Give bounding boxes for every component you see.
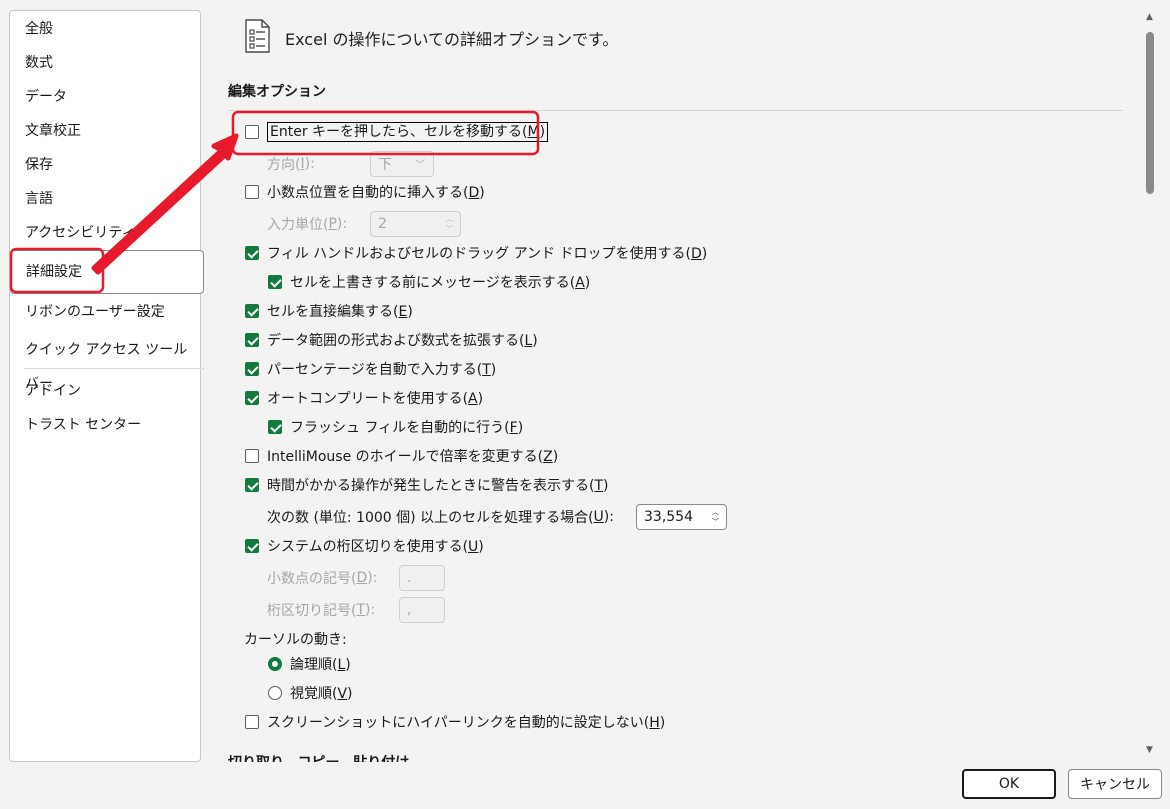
option-autocomplete[interactable]: オートコンプリートを使用する(A) [245,387,483,409]
option-edit-in-cell[interactable]: セルを直接編集する(E) [245,300,413,322]
option-label: パーセンテージを自動で入力する(T) [267,362,497,378]
option-no-hyperlink-screenshot[interactable]: スクリーンショットにハイパーリンクを自動的に設定しない(H) [245,711,665,733]
places-stepper[interactable]: 2 ︿ ﹀ [370,211,461,237]
checkbox-edit-in-cell[interactable] [245,304,259,318]
sidebar-item-proofing[interactable]: 文章校正 [10,114,200,148]
radio-logical[interactable] [268,657,282,671]
option-label: データ範囲の形式および数式を拡張する(L) [267,333,538,349]
sidebar-item-general[interactable]: 全般 [10,12,200,46]
checkbox-auto-percent[interactable] [245,362,259,376]
page-title: Excel の操作についての詳細オプションです。 [285,30,619,49]
radio-visual[interactable] [268,686,282,700]
option-visual[interactable]: 視覚順(V) [268,682,353,704]
checkbox-auto-decimal[interactable] [245,185,259,199]
thousands-separator-label: 桁区切り記号(T): [267,602,376,619]
option-label: オートコンプリートを使用する(A) [267,391,484,407]
option-label: Enter キーを押したら、セルを移動する(M) [267,122,549,142]
option-label: 論理順(L) [290,657,351,673]
places-label: 入力単位(P): [267,216,348,233]
checkbox-intellimouse[interactable] [245,449,259,463]
sidebar-item-formulas[interactable]: 数式 [10,46,200,80]
option-label: 視覚順(V) [290,686,353,702]
scroll-down-icon[interactable]: ▼ [1146,745,1153,755]
vertical-scrollbar[interactable]: ▲ ▼ [1142,10,1158,762]
chevron-down-icon: ﹀ [415,160,425,171]
option-label: スクリーンショットにハイパーリンクを自動的に設定しない(H) [267,715,666,731]
section-divider [228,110,1123,111]
direction-dropdown[interactable]: 下 ﹀ [370,151,434,177]
ok-button[interactable]: OK [962,769,1056,799]
sidebar-item-quick-access-toolbar[interactable]: クイック アクセス ツール バー [10,333,200,392]
checkbox-alert-slow[interactable] [245,478,259,492]
option-intellimouse[interactable]: IntelliMouse のホイールで倍率を変更する(Z) [245,445,558,467]
thousands-separator-input[interactable]: , [399,597,445,623]
option-label: システムの桁区切りを使用する(U) [267,539,484,555]
cancel-button[interactable]: キャンセル [1068,769,1162,799]
direction-label: 方向(I): [267,156,315,173]
option-extend-formats[interactable]: データ範囲の形式および数式を拡張する(L) [245,329,538,351]
checkbox-flash-fill[interactable] [268,420,282,434]
checkbox-no-hyperlink-screenshot[interactable] [245,715,259,729]
options-list-icon [243,19,271,57]
spin-arrows-icon: ︿ ﹀ [712,508,719,526]
checkbox-extend-formats[interactable] [245,333,259,347]
checkbox-system-separators[interactable] [245,539,259,553]
sidebar-item-accessibility[interactable]: アクセシビリティ [10,216,200,250]
cells-threshold-stepper[interactable]: 33,554 ︿ ﹀ [636,504,727,530]
sidebar-item-advanced[interactable]: 詳細設定 [10,250,204,294]
section-title-cut-copy-paste: 切り取り、コピー、貼り付け [228,752,409,762]
decimal-separator-input[interactable]: . [399,565,445,591]
sidebar-item-trust-center[interactable]: トラスト センター [10,408,200,442]
option-move-after-enter[interactable]: Enter キーを押したら、セルを移動する(M) [245,121,549,143]
option-label: 時間がかかる操作が発生したときに警告を表示する(T) [267,478,609,494]
scroll-up-icon[interactable]: ▲ [1146,12,1153,22]
sidebar-item-data[interactable]: データ [10,80,200,114]
option-flash-fill[interactable]: フラッシュ フィルを自動的に行う(F) [268,416,523,438]
option-system-separators[interactable]: システムの桁区切りを使用する(U) [245,535,484,557]
option-auto-percent[interactable]: パーセンテージを自動で入力する(T) [245,358,496,380]
section-title-edit-options: 編集オプション [228,84,326,100]
option-alert-overwrite[interactable]: セルを上書きする前にメッセージを表示する(A) [268,271,590,293]
option-auto-decimal[interactable]: 小数点位置を自動的に挿入する(D) [245,181,485,203]
option-fill-handle[interactable]: フィル ハンドルおよびセルのドラッグ アンド ドロップを使用する(D) [245,242,707,264]
sidebar-item-customize-ribbon[interactable]: リボンのユーザー設定 [10,295,200,329]
option-label: セルを上書きする前にメッセージを表示する(A) [290,275,591,291]
category-sidebar: 全般 数式 データ 文章校正 保存 言語 アクセシビリティ 詳細設定 リボンのユ… [9,10,204,762]
option-label: フィル ハンドルおよびセルのドラッグ アンド ドロップを使用する(D) [267,246,708,262]
option-alert-slow[interactable]: 時間がかかる操作が発生したときに警告を表示する(T) [245,474,609,496]
sidebar-item-addins[interactable]: アドイン [10,374,200,408]
options-content-pane: Excel の操作についての詳細オプションです。 編集オプション Enter キ… [203,0,1143,762]
option-label: IntelliMouse のホイールで倍率を変更する(Z) [267,449,559,465]
pane-header: Excel の操作についての詳細オプションです。 [243,18,618,58]
checkbox-alert-overwrite[interactable] [268,275,282,289]
checkbox-fill-handle[interactable] [245,246,259,260]
scroll-thumb[interactable] [1146,32,1154,194]
option-label: フラッシュ フィルを自動的に行う(F) [290,420,524,436]
option-label: 小数点位置を自動的に挿入する(D) [267,185,485,201]
cursor-movement-label: カーソルの動き: [244,632,347,648]
option-logical[interactable]: 論理順(L) [268,653,351,675]
sidebar-item-language[interactable]: 言語 [10,182,200,216]
cells-threshold-label: 次の数 (単位: 1000 個) 以上のセルを処理する場合(U): [267,509,614,526]
sidebar-divider [24,368,204,369]
sidebar-item-save[interactable]: 保存 [10,148,200,182]
spin-arrows-icon: ︿ ﹀ [446,215,453,233]
option-label: セルを直接編集する(E) [267,304,413,320]
checkbox-autocomplete[interactable] [245,391,259,405]
decimal-separator-label: 小数点の記号(D): [267,570,378,587]
checkbox-move-after-enter[interactable] [245,125,259,139]
